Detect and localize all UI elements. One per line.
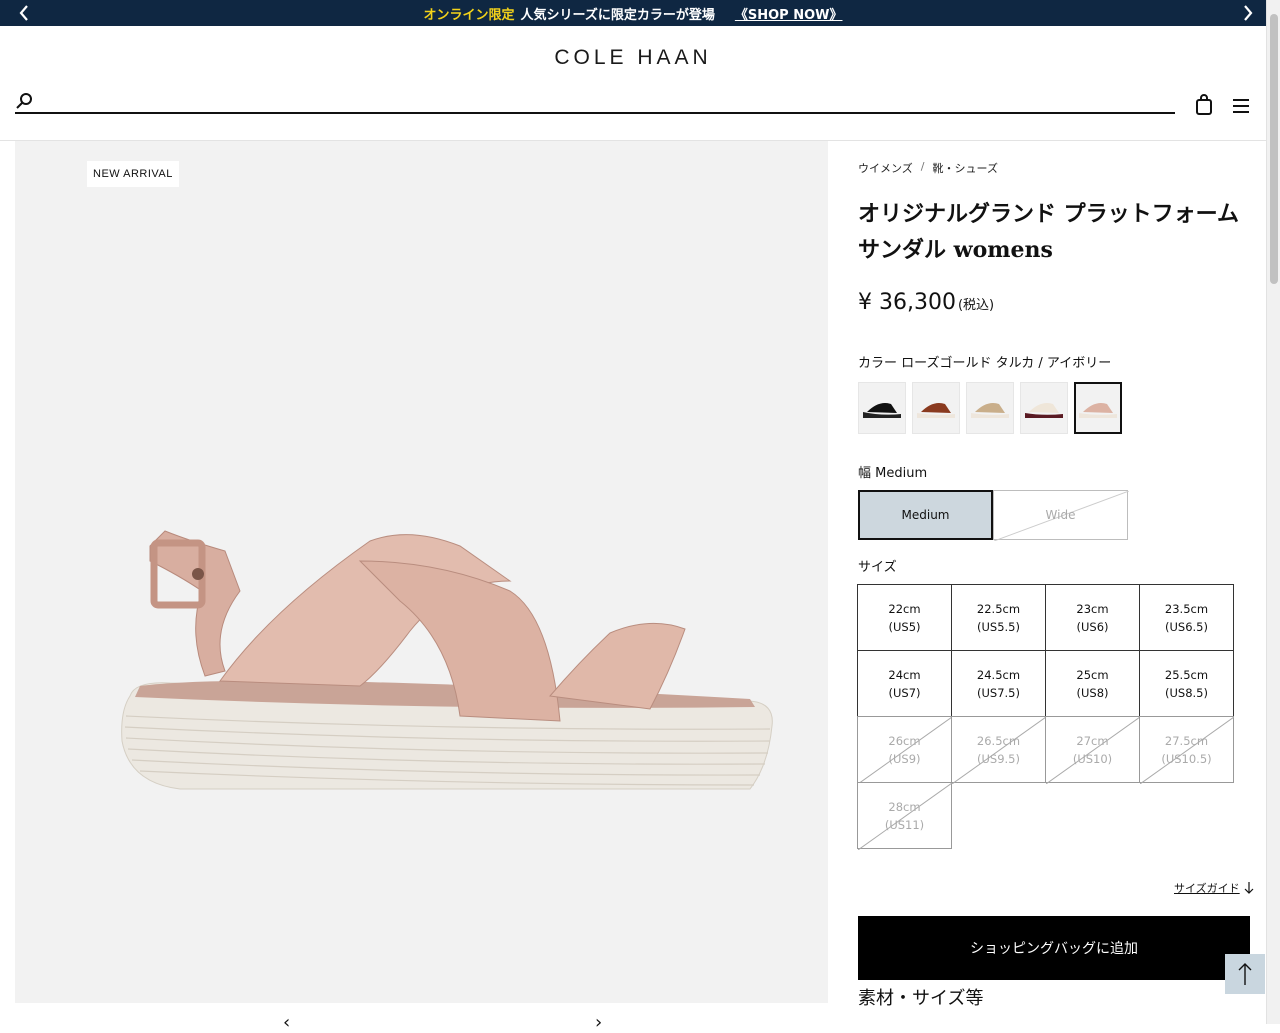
width-label: 幅 Medium [858, 466, 928, 481]
size-grid: 22cm (US5) 22.5cm (US5.5) 23cm (US6) 23.5cm (US… [857, 584, 1234, 850]
materials-heading: 素材・サイズ等 [858, 988, 984, 1009]
size-option[interactable]: 26.5cm (US9.5) [951, 716, 1046, 784]
size-us: (US11) [884, 817, 925, 832]
size-option[interactable]: 25.5cm (US8.5) [1139, 650, 1234, 717]
product-image [121, 530, 773, 790]
search-input[interactable] [41, 90, 1161, 110]
chevron-right-icon[interactable] [1238, 3, 1258, 23]
size-cm: 24.5cm [976, 667, 1021, 682]
color-swatch-ivory[interactable] [1020, 382, 1068, 434]
size-cm: 22cm [888, 601, 921, 616]
size-cm: 24cm [888, 667, 921, 682]
size-option[interactable]: 23cm (US6) [1045, 584, 1140, 651]
gallery-next-icon[interactable]: › [595, 1012, 602, 1033]
size-us: (US8) [1076, 685, 1109, 700]
size-us: (US9.5) [977, 751, 1020, 766]
size-option[interactable]: 22.5cm (US5.5) [951, 584, 1046, 651]
size-us: (US7) [888, 685, 921, 700]
color-swatches [858, 382, 1122, 434]
promo-text: 人気シリーズに限定カラーが登場 [520, 7, 715, 23]
price-value: ¥ 36,300 [858, 290, 956, 315]
promo-bar: オンライン限定 人気シリーズに限定カラーが登場 《SHOP NOW》 [0, 0, 1266, 26]
width-option-medium[interactable]: Medium [858, 490, 993, 540]
size-guide-link[interactable]: サイズガイド [1174, 880, 1254, 896]
tax-note: (税込) [957, 298, 995, 313]
product-title: オリジナルグランド プラットフォーム サンダル womens [858, 201, 1240, 263]
color-swatch-rose-gold[interactable] [1074, 382, 1122, 434]
size-guide-label: サイズガイド [1174, 882, 1240, 895]
promo-highlight: オンライン限定 [423, 7, 515, 23]
size-cm: 22.5cm [976, 601, 1021, 616]
size-us: (US5) [888, 619, 921, 634]
size-label: サイズ [858, 560, 897, 575]
breadcrumb-separator: / [920, 160, 925, 173]
size-option[interactable]: 22cm (US5) [857, 584, 952, 651]
breadcrumb: ウイメンズ / 靴・シューズ [858, 160, 1250, 176]
breadcrumb-item-shoes[interactable]: 靴・シューズ [933, 160, 998, 176]
width-option-wide-label: Wide [1045, 508, 1076, 522]
size-option[interactable]: 24.5cm (US7.5) [951, 650, 1046, 717]
size-us: (US9) [888, 751, 921, 766]
size-us: (US6) [1076, 619, 1109, 634]
size-us: (US10) [1072, 751, 1113, 766]
page-scrollbar[interactable] [1266, 0, 1280, 1024]
size-us: (US10.5) [1161, 751, 1212, 766]
size-us: (US7.5) [977, 685, 1020, 700]
scrollbar-thumb[interactable] [1270, 14, 1278, 284]
shopping-bag-icon[interactable] [1195, 94, 1213, 120]
size-option[interactable]: 28cm (US11) [857, 782, 952, 850]
back-to-top-button[interactable] [1225, 954, 1265, 994]
size-cm: 23.5cm [1164, 601, 1209, 616]
search-icon[interactable] [15, 92, 33, 114]
width-option-wide[interactable]: Wide [993, 490, 1129, 541]
new-arrival-badge: NEW ARRIVAL [87, 161, 179, 187]
product-price: ¥ 36,300 (税込) [858, 290, 1250, 315]
size-cm: 26cm [888, 733, 921, 748]
size-option[interactable]: 25cm (US8) [1045, 650, 1140, 717]
size-us: (US6.5) [1165, 619, 1208, 634]
size-cm: 25.5cm [1164, 667, 1209, 682]
size-option[interactable]: 26cm (US9) [857, 716, 952, 784]
hamburger-menu-icon[interactable] [1232, 98, 1250, 118]
add-to-bag-button[interactable]: ショッピングバッグに追加 [858, 916, 1250, 980]
arrow-down-icon [1244, 882, 1254, 894]
brand-logo[interactable]: COLE HAAN [0, 46, 1266, 70]
arrow-up-icon [1238, 963, 1252, 985]
size-option[interactable]: 24cm (US7) [857, 650, 952, 717]
search-bar [15, 90, 1175, 114]
size-option[interactable]: 27cm (US10) [1045, 716, 1140, 784]
width-options: Medium Wide [858, 490, 1129, 541]
size-option[interactable]: 23.5cm (US6.5) [1139, 584, 1234, 651]
chevron-left-icon[interactable] [14, 3, 34, 23]
color-swatch-brown[interactable] [912, 382, 960, 434]
size-us: (US5.5) [977, 619, 1020, 634]
promo-shop-now-link[interactable]: 《SHOP NOW》 [735, 4, 843, 23]
size-cm: 28cm [888, 799, 921, 814]
color-swatch-black[interactable] [858, 382, 906, 434]
gallery-prev-icon[interactable]: ‹ [283, 1012, 290, 1033]
breadcrumb-item-womens[interactable]: ウイメンズ [858, 160, 913, 176]
size-cm: 27cm [1076, 733, 1109, 748]
size-cm: 23cm [1076, 601, 1109, 616]
size-cm: 25cm [1076, 667, 1109, 682]
product-image-gallery[interactable]: NEW ARRIVAL [15, 141, 828, 1003]
color-swatch-gold[interactable] [966, 382, 1014, 434]
size-us: (US8.5) [1165, 685, 1208, 700]
size-cm: 27.5cm [1164, 733, 1209, 748]
size-option[interactable]: 27.5cm (US10.5) [1139, 716, 1234, 784]
color-label: カラー ローズゴールド タルカ / アイボリー [858, 356, 1112, 371]
size-cm: 26.5cm [976, 733, 1021, 748]
product-details: ウイメンズ / 靴・シューズ オリジナルグランド プラットフォーム サンダル w… [858, 160, 1250, 315]
